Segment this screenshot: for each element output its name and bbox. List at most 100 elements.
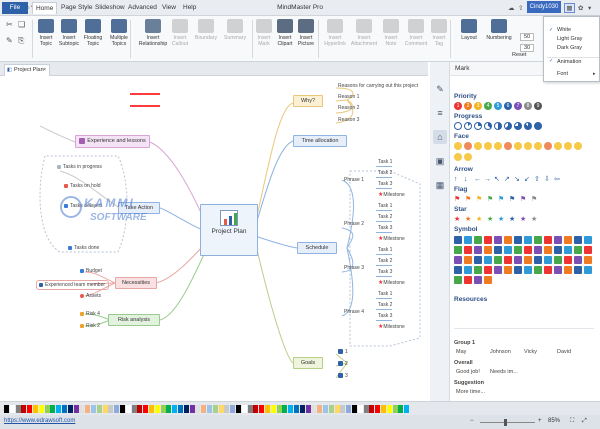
calendar-icon[interactable]: ▦	[433, 178, 447, 192]
face-icon[interactable]	[554, 142, 562, 150]
cloud-icon[interactable]: ☁	[508, 4, 515, 12]
website-link[interactable]: https://www.edrawsoft.com	[4, 418, 75, 424]
topic-experience[interactable]: Experience and lessons	[75, 135, 150, 148]
file-menu[interactable]: File	[2, 2, 28, 14]
color-swatch[interactable]	[178, 405, 183, 413]
color-swatch[interactable]	[189, 405, 195, 413]
phase-1[interactable]: Phrase 1	[342, 176, 364, 184]
symbol-icon[interactable]	[464, 236, 472, 244]
color-swatch[interactable]	[91, 405, 96, 413]
why-reason-2[interactable]: Reason 2	[336, 104, 359, 112]
topic-risk-analysis[interactable]: Risk analysis	[108, 314, 160, 326]
color-swatch[interactable]	[33, 405, 38, 413]
reset-button[interactable]: Reset	[512, 52, 526, 58]
phase-4-task-2[interactable]: Task 2	[376, 301, 393, 310]
star-icon[interactable]: ★	[520, 215, 531, 223]
summary-button[interactable]: Summary	[222, 18, 248, 60]
face-icon[interactable]	[514, 142, 522, 150]
symbol-icon[interactable]	[534, 236, 542, 244]
progress-icon[interactable]	[464, 122, 472, 130]
star-icon[interactable]: ★	[465, 215, 476, 223]
topic-goals[interactable]: Goals	[293, 357, 323, 369]
star-icon[interactable]: ★	[531, 215, 542, 223]
symbol-icon[interactable]	[464, 246, 472, 254]
tab-project-plan[interactable]: Project Plan × ◧	[4, 64, 50, 76]
zoom-out-icon[interactable]: −	[470, 418, 474, 424]
suggestion-more-time[interactable]: More time...	[456, 389, 485, 395]
phase-2-task-3[interactable]: Task 3	[376, 224, 393, 233]
theme-icon[interactable]: ▦	[564, 3, 575, 13]
color-swatch[interactable]	[270, 405, 276, 413]
face-icon[interactable]	[494, 142, 502, 150]
phase-4[interactable]: Phrase 4	[342, 308, 364, 316]
color-swatch[interactable]	[276, 405, 282, 413]
resource-david[interactable]: David	[557, 349, 571, 355]
symbol-icon[interactable]	[464, 256, 472, 264]
symbol-icon[interactable]	[504, 256, 512, 264]
face-icon[interactable]	[454, 142, 462, 150]
symbol-icon[interactable]	[464, 276, 472, 284]
priority-1-icon[interactable]: 1	[454, 102, 462, 110]
task-delayed[interactable]: Tasks delayed	[62, 202, 102, 210]
arrow-icon[interactable]: ↓	[464, 176, 474, 183]
flag-icon[interactable]: ⚑	[465, 195, 476, 203]
close-icon[interactable]: ×	[43, 65, 46, 76]
color-swatch[interactable]	[357, 405, 363, 413]
color-swatch[interactable]	[172, 405, 178, 413]
symbol-icon[interactable]	[524, 266, 532, 274]
symbol-icon[interactable]	[524, 236, 532, 244]
arrow-icon[interactable]: ⇩	[544, 175, 554, 183]
symbol-icon[interactable]	[544, 246, 552, 254]
color-swatch[interactable]	[195, 405, 201, 413]
symbol-icon[interactable]	[474, 266, 482, 274]
task-on-hold[interactable]: Tasks on hold	[62, 182, 101, 190]
insert-relationship-button[interactable]: Insert Relationship	[138, 18, 168, 60]
color-swatch[interactable]	[114, 405, 120, 413]
symbol-icon[interactable]	[584, 256, 592, 264]
color-swatch[interactable]	[265, 405, 270, 413]
home-icon[interactable]: ⌂	[433, 130, 447, 144]
insert-hyperlink-button[interactable]: Insert Hyperlink	[322, 18, 348, 60]
symbol-icon[interactable]	[554, 246, 562, 254]
phase-4-task-1[interactable]: Task 1	[376, 290, 393, 299]
color-swatch[interactable]	[50, 405, 56, 413]
flag-icon[interactable]: ⚑	[498, 195, 509, 203]
color-swatch[interactable]	[340, 405, 346, 413]
necessity-budget[interactable]: Budget	[78, 267, 102, 275]
color-swatch[interactable]	[73, 405, 79, 413]
color-swatch[interactable]	[305, 405, 311, 413]
priority-4-icon[interactable]: 4	[484, 102, 492, 110]
symbol-icon[interactable]	[584, 266, 592, 274]
face-icon[interactable]	[504, 142, 512, 150]
color-swatch[interactable]	[398, 405, 404, 413]
color-swatch[interactable]	[352, 405, 357, 413]
symbol-icon[interactable]	[564, 246, 572, 254]
priority-9-icon[interactable]: 9	[534, 102, 542, 110]
phase-2-task-1[interactable]: Task 1	[376, 202, 393, 211]
arrow-icon[interactable]: →	[484, 176, 494, 183]
insert-mark-button[interactable]: Insert Mark	[254, 18, 274, 60]
color-swatch[interactable]	[207, 405, 212, 413]
insert-note-button[interactable]: Insert Note	[380, 18, 402, 60]
face-icon[interactable]	[464, 142, 472, 150]
goal-3[interactable]: 3	[336, 372, 348, 380]
color-swatch[interactable]	[96, 405, 102, 413]
symbol-icon[interactable]	[534, 246, 542, 254]
symbol-icon[interactable]	[504, 246, 512, 254]
user-button[interactable]: Cindy1030	[527, 1, 561, 13]
color-swatch[interactable]	[120, 405, 125, 413]
overall-good-job[interactable]: Good job!	[456, 369, 480, 375]
flag-icon[interactable]: ⚑	[454, 195, 465, 203]
color-swatch[interactable]	[166, 405, 172, 413]
color-swatch[interactable]	[392, 405, 398, 413]
topic-necessities[interactable]: Necessities	[115, 277, 157, 289]
arrow-icon[interactable]: ↙	[524, 175, 534, 183]
color-swatch[interactable]	[4, 405, 9, 413]
color-swatch[interactable]	[253, 405, 259, 413]
necessity-assets[interactable]: Assets	[78, 292, 101, 300]
symbol-icon[interactable]	[454, 246, 462, 254]
zoom-slider[interactable]	[480, 419, 535, 426]
share-icon[interactable]: ⇧	[518, 4, 523, 12]
symbol-icon[interactable]	[494, 256, 502, 264]
arrow-icon[interactable]: ↘	[514, 175, 524, 183]
